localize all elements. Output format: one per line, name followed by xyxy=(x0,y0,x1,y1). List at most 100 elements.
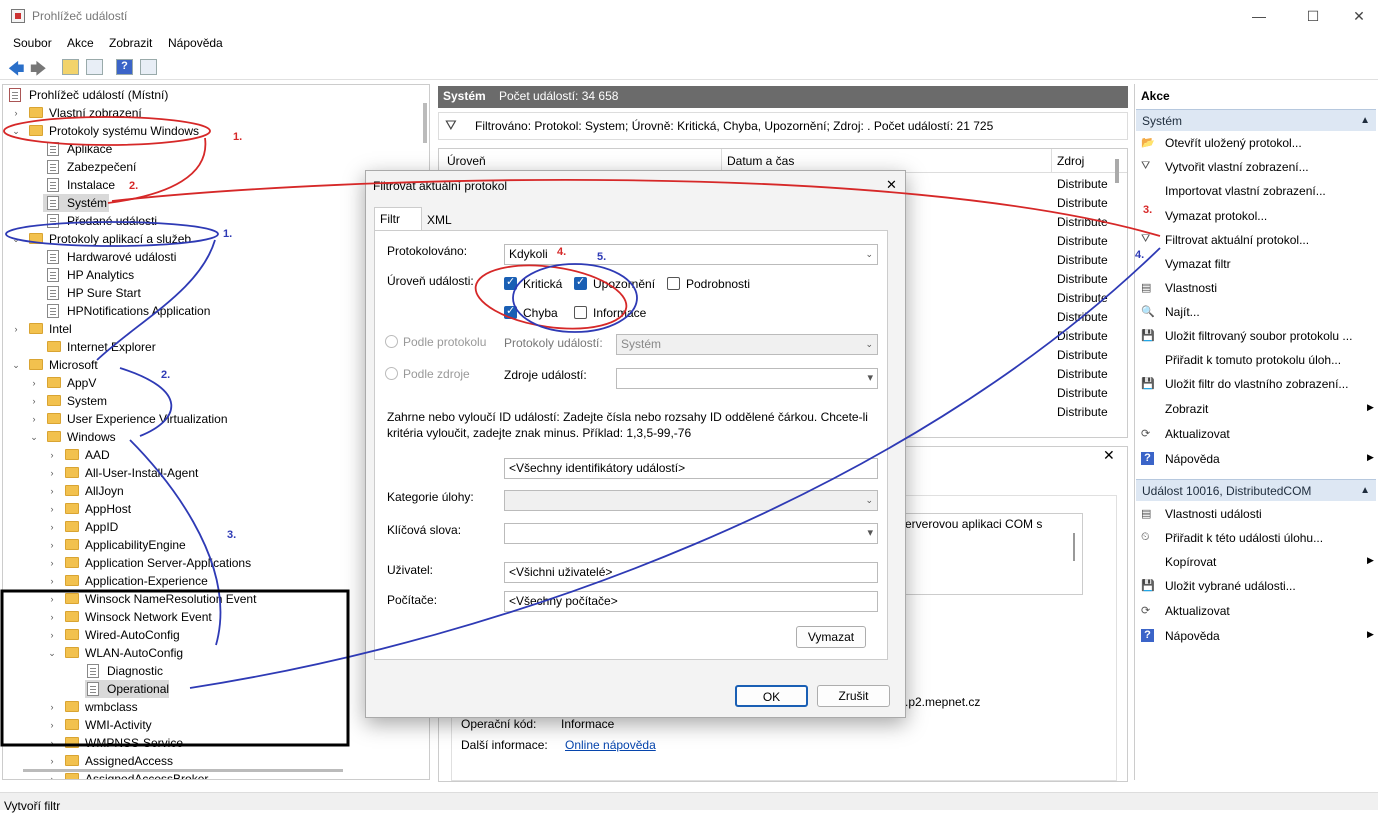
ok-button[interactable]: OK xyxy=(735,685,808,707)
event-action-item[interactable]: ⏲ Přiřadit k této události úlohu... xyxy=(1135,531,1375,551)
column-source[interactable]: Zdroj xyxy=(1057,154,1084,168)
table-cell-source[interactable]: Distribute xyxy=(1057,177,1108,191)
tree-item[interactable]: Operational xyxy=(85,680,170,698)
column-date[interactable]: Datum a čas xyxy=(727,154,794,168)
tree-item[interactable]: Internet Explorer xyxy=(45,338,156,356)
tree-item[interactable]: › Winsock Network Event xyxy=(45,608,212,626)
action-item[interactable]: 💾 Uložit filtr do vlastního zobrazení... xyxy=(1135,377,1375,397)
tree-item[interactable]: › wmbclass xyxy=(45,698,138,716)
tree-item[interactable]: › Wired-AutoConfig xyxy=(45,626,180,644)
menu-help[interactable]: Nápověda xyxy=(168,36,223,50)
table-cell-source[interactable]: Distribute xyxy=(1057,386,1108,400)
table-cell-source[interactable]: Distribute xyxy=(1057,253,1108,267)
table-cell-source[interactable]: Distribute xyxy=(1057,310,1108,324)
tree-item[interactable]: HP Analytics xyxy=(45,266,134,284)
logged-select[interactable]: Kdykoli ⌄ xyxy=(504,244,878,265)
tree-item[interactable]: ⌄ WLAN-AutoConfig xyxy=(45,644,183,662)
menu-action[interactable]: Akce xyxy=(67,36,94,50)
action-item[interactable]: 💾 Uložit filtrovaný soubor protokolu ... xyxy=(1135,329,1375,349)
user-input[interactable]: <Všichni uživatelé> xyxy=(504,562,878,583)
action-item[interactable]: ⟳ Aktualizovat xyxy=(1135,427,1375,447)
tree-item[interactable]: › Intel xyxy=(9,320,72,338)
tree-setup-log[interactable]: Instalace xyxy=(45,176,115,194)
action-item[interactable]: Zobrazit ▶ xyxy=(1135,402,1375,422)
task-category-select[interactable]: ⌄ xyxy=(504,490,878,511)
tree-item[interactable]: › AppHost xyxy=(45,500,132,518)
event-sources-select[interactable]: ▾ xyxy=(616,368,878,389)
table-cell-source[interactable]: Distribute xyxy=(1057,367,1108,381)
tree-root[interactable]: Prohlížeč událostí (Místní) xyxy=(7,86,168,104)
tree-item[interactable]: ⌄ Microsoft xyxy=(9,356,97,374)
action-item[interactable]: ⛛ Vytvořit vlastní zobrazení... xyxy=(1135,160,1375,180)
by-source-radio[interactable] xyxy=(385,367,398,380)
event-action-item[interactable]: ? Nápověda ▶ xyxy=(1135,629,1375,649)
computer-input[interactable]: <Všechny počítače> xyxy=(504,591,878,612)
tree-apps-services[interactable]: ⌄ Protokoly aplikací a služeb xyxy=(9,230,191,248)
event-action-item[interactable]: Kopírovat ▶ xyxy=(1135,555,1375,575)
tab-xml[interactable]: XML xyxy=(422,209,466,231)
tree-item[interactable]: › AllJoyn xyxy=(45,482,124,500)
error-checkbox[interactable] xyxy=(504,304,517,319)
action-item[interactable]: ⛛ Filtrovat aktuální protokol... xyxy=(1135,233,1375,253)
back-icon[interactable]: 🡄 xyxy=(8,58,25,85)
warning-checkbox[interactable] xyxy=(574,275,587,290)
close-details-icon[interactable]: ✕ xyxy=(1103,447,1115,464)
tree-item[interactable]: Hardwarové události xyxy=(45,248,176,266)
dialog-close-icon[interactable]: ✕ xyxy=(886,177,897,193)
action-item[interactable]: Importovat vlastní zobrazení... xyxy=(1135,184,1375,204)
tree-item[interactable]: › ApplicabilityEngine xyxy=(45,536,186,554)
tab-filter[interactable]: Filtr xyxy=(374,207,422,231)
tree-item[interactable]: › AppID xyxy=(45,518,119,536)
table-cell-source[interactable]: Distribute xyxy=(1057,291,1108,305)
tree-security-log[interactable]: Zabezpečení xyxy=(45,158,136,176)
action-item[interactable]: 📂 Otevřít uložený protokol... xyxy=(1135,136,1375,156)
tree-item[interactable]: › Application Server-Applications xyxy=(45,554,252,572)
tree-item[interactable]: › Winsock NameResolution Event xyxy=(45,590,257,608)
table-cell-source[interactable]: Distribute xyxy=(1057,234,1108,248)
menu-file[interactable]: Soubor xyxy=(13,36,52,50)
action-item[interactable]: ? Nápověda ▶ xyxy=(1135,452,1375,472)
tree-item[interactable]: HPNotifications Application xyxy=(45,302,210,320)
actions-section-event[interactable]: Událost 10016, DistributedCOM ▲ xyxy=(1136,479,1376,501)
action-item[interactable]: ▤ Vlastnosti xyxy=(1135,281,1375,301)
tree-item[interactable]: › AAD xyxy=(45,446,110,464)
event-action-item[interactable]: ⟳ Aktualizovat xyxy=(1135,604,1375,624)
actions-section-system[interactable]: Systém ▲ xyxy=(1136,109,1376,131)
tree-application-log[interactable]: Aplikace xyxy=(45,140,112,158)
event-action-item[interactable]: ▤ Vlastnosti události xyxy=(1135,507,1375,527)
event-logs-select[interactable]: Systém ⌄ xyxy=(616,334,878,355)
table-cell-source[interactable]: Distribute xyxy=(1057,329,1108,343)
menu-view[interactable]: Zobrazit xyxy=(109,36,152,50)
action-pane-icon[interactable] xyxy=(140,59,157,75)
help-icon[interactable]: ? xyxy=(116,59,133,75)
tree-item[interactable]: › WMPNSS-Service xyxy=(45,734,184,752)
forward-icon[interactable]: 🡆 xyxy=(30,58,47,85)
tree-item[interactable]: › All-User-Install-Agent xyxy=(45,464,199,482)
tree-forwarded-log[interactable]: Předané události xyxy=(45,212,157,230)
table-cell-source[interactable]: Distribute xyxy=(1057,405,1108,419)
tree-item[interactable]: › Application-Experience xyxy=(45,572,208,590)
up-folder-icon[interactable] xyxy=(62,59,79,75)
tree-item[interactable]: ⌄ Windows xyxy=(27,428,115,446)
table-cell-source[interactable]: Distribute xyxy=(1057,348,1108,362)
table-cell-source[interactable]: Distribute xyxy=(1057,215,1108,229)
tree-system-log[interactable]: Systém xyxy=(43,194,109,212)
action-item[interactable]: Přiřadit k tomuto protokolu úloh... xyxy=(1135,353,1375,373)
tree-windows-logs[interactable]: ⌄ Protokoly systému Windows xyxy=(9,122,199,140)
close-button[interactable]: ✕ xyxy=(1344,6,1374,26)
column-level[interactable]: Úroveň xyxy=(447,154,486,168)
tree-item[interactable]: › WMI-Activity xyxy=(45,716,152,734)
clear-button[interactable]: Vymazat xyxy=(796,626,866,648)
event-id-input[interactable]: <Všechny identifikátory událostí> xyxy=(504,458,878,479)
critical-checkbox[interactable] xyxy=(504,275,517,290)
minimize-button[interactable]: — xyxy=(1244,6,1274,26)
tree-item[interactable]: Diagnostic xyxy=(85,662,163,680)
cancel-button[interactable]: Zrušit xyxy=(817,685,890,707)
show-tree-icon[interactable] xyxy=(86,59,103,75)
tree-item[interactable]: › User Experience Virtualization xyxy=(27,410,228,428)
event-action-item[interactable]: 💾 Uložit vybrané události... xyxy=(1135,579,1375,599)
online-help-link[interactable]: Online nápověda xyxy=(565,738,656,752)
action-item[interactable]: 🔍 Najít... xyxy=(1135,305,1375,325)
verbose-checkbox[interactable] xyxy=(667,277,680,290)
action-item[interactable]: Vymazat protokol... xyxy=(1135,209,1375,229)
